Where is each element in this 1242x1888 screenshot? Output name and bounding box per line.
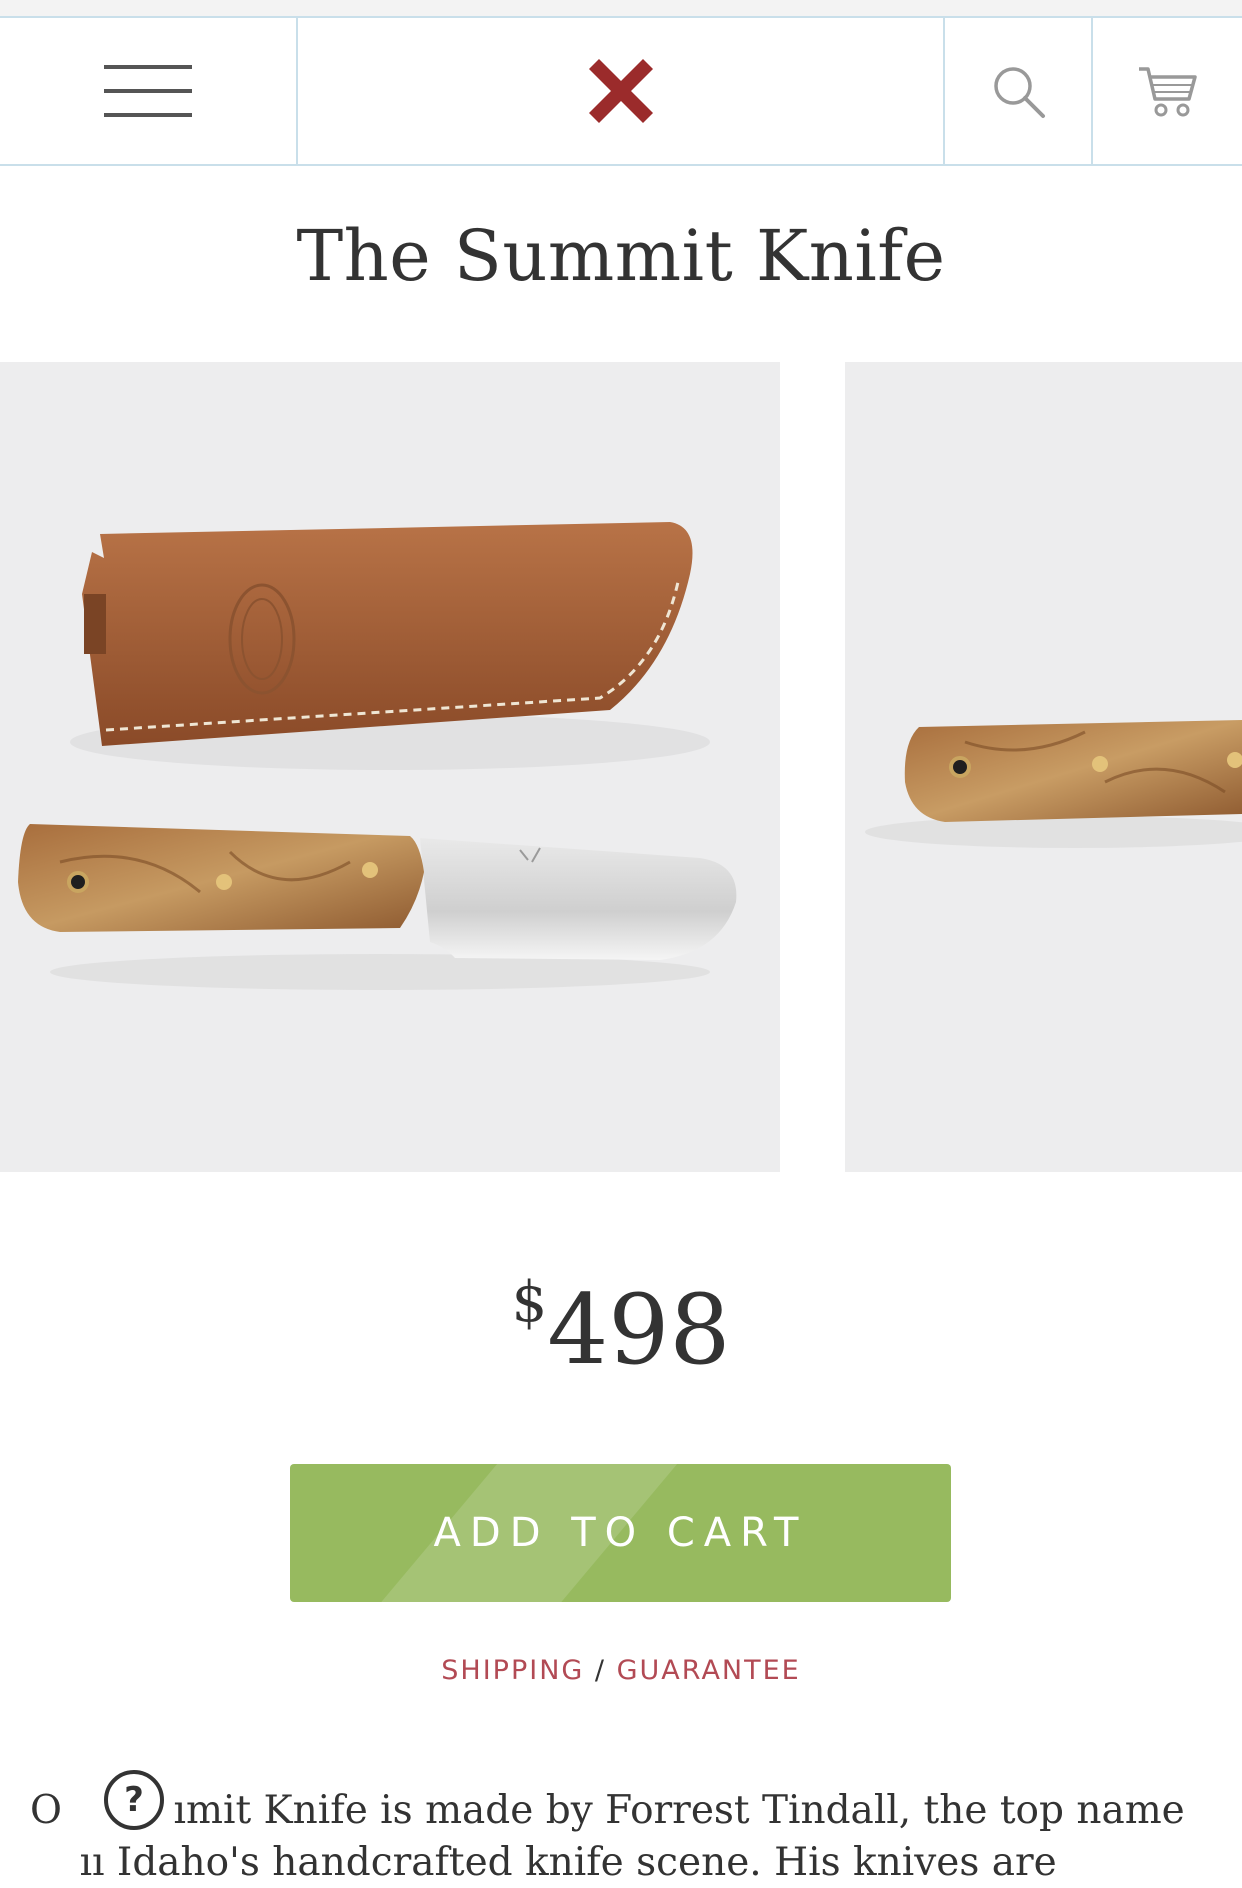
price-amount: 498: [547, 1274, 731, 1386]
knife-with-leather-sheath-image: [18, 522, 737, 990]
description-line-2: ıı Idaho's handcrafted knife scene. His …: [30, 1840, 1057, 1885]
product-price: $498: [0, 1270, 1242, 1386]
top-navigation: [0, 16, 1242, 166]
status-strip: [0, 0, 1242, 16]
x-logo-icon: [588, 59, 653, 123]
guarantee-link[interactable]: GUARANTEE: [617, 1655, 801, 1686]
cart-icon: [1138, 67, 1197, 117]
question-help-icon[interactable]: ?: [104, 1770, 164, 1830]
product-image-main[interactable]: [0, 362, 780, 1172]
add-to-cart-label: ADD TO CART: [433, 1510, 808, 1556]
cart-button[interactable]: [1093, 18, 1242, 164]
price-currency: $: [511, 1270, 548, 1335]
add-to-cart-button[interactable]: ADD TO CART: [290, 1464, 951, 1602]
product-title: The Summit Knife: [296, 215, 946, 297]
search-button[interactable]: [943, 18, 1093, 164]
product-description: O ımit Knife is made by Forrest Tindall,…: [30, 1785, 1220, 1888]
product-image-secondary[interactable]: [845, 362, 1242, 1172]
hamburger-menu-icon: [104, 65, 192, 117]
search-icon: [994, 67, 1045, 118]
menu-button[interactable]: [0, 18, 298, 164]
policy-links: SHIPPING / GUARANTEE: [0, 1655, 1242, 1686]
help-glyph: ?: [124, 1780, 144, 1820]
shipping-link[interactable]: SHIPPING: [441, 1655, 584, 1686]
link-separator: /: [594, 1655, 607, 1686]
description-line-1: O ımit Knife is made by Forrest Tindall,…: [30, 1788, 1185, 1833]
logo-link[interactable]: [298, 18, 943, 164]
knife-handle-closeup-image: [865, 720, 1242, 848]
